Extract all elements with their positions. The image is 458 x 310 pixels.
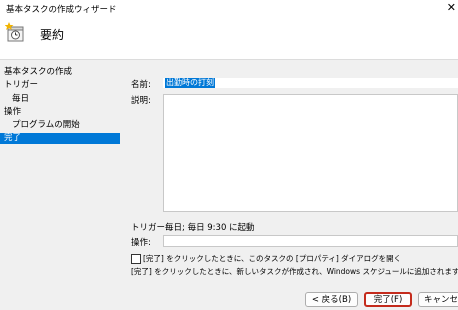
sidebar-item-label: 操作 bbox=[4, 107, 22, 117]
close-icon[interactable]: ✕ bbox=[447, 1, 456, 14]
title-bar: 基本タスクの作成ウィザード ✕ bbox=[0, 0, 458, 16]
name-label: 名前: bbox=[131, 80, 151, 90]
trigger-label: トリガー: bbox=[131, 223, 168, 233]
sidebar-item-trigger[interactable]: トリガー bbox=[0, 80, 120, 91]
cancel-button[interactable]: キャンセル bbox=[418, 292, 458, 307]
sidebar-item-create-basic-task[interactable]: 基本タスクの作成 bbox=[0, 67, 120, 78]
name-field-value: 出勤時の打刻 bbox=[165, 78, 215, 88]
sidebar-item-label: 毎日 bbox=[12, 94, 30, 104]
sidebar-item-daily[interactable]: 毎日 bbox=[0, 94, 120, 105]
sidebar-item-start-program[interactable]: プログラムの開始 bbox=[0, 120, 120, 131]
wizard-steps-sidebar: 基本タスクの作成 トリガー 毎日 操作 プログラムの開始 完了 bbox=[0, 60, 120, 310]
window-title: 基本タスクの作成ウィザード bbox=[6, 5, 117, 15]
task-scheduler-icon bbox=[5, 22, 24, 42]
open-properties-checkbox-label[interactable]: [完了] をクリックしたときに、このタスクの [プロパティ] ダイアログを開く bbox=[143, 253, 401, 264]
sidebar-item-label: プログラムの開始 bbox=[12, 120, 80, 130]
sidebar-item-label: 基本タスクの作成 bbox=[4, 67, 73, 77]
action-field[interactable] bbox=[163, 235, 458, 247]
sidebar-item-finish[interactable]: 完了 bbox=[0, 133, 120, 144]
sidebar-item-label: トリガー bbox=[4, 80, 39, 90]
wizard-header: 要約 bbox=[0, 16, 458, 60]
trigger-value: 毎日; 毎日 9:30 に起動 bbox=[165, 223, 255, 233]
open-properties-checkbox[interactable] bbox=[131, 254, 141, 264]
action-label: 操作: bbox=[131, 238, 151, 248]
back-button[interactable]: < 戻る(B) bbox=[305, 292, 358, 307]
finish-note: [完了] をクリックしたときに、新しいタスクが作成され、Windows スケジュ… bbox=[131, 267, 458, 276]
description-label: 説明: bbox=[131, 96, 151, 106]
sidebar-item-action[interactable]: 操作 bbox=[0, 107, 120, 118]
page-title: 要約 bbox=[40, 28, 65, 42]
description-field[interactable] bbox=[163, 94, 458, 212]
finish-button[interactable]: 完了(F) bbox=[364, 292, 412, 307]
sidebar-item-label: 完了 bbox=[4, 133, 22, 143]
